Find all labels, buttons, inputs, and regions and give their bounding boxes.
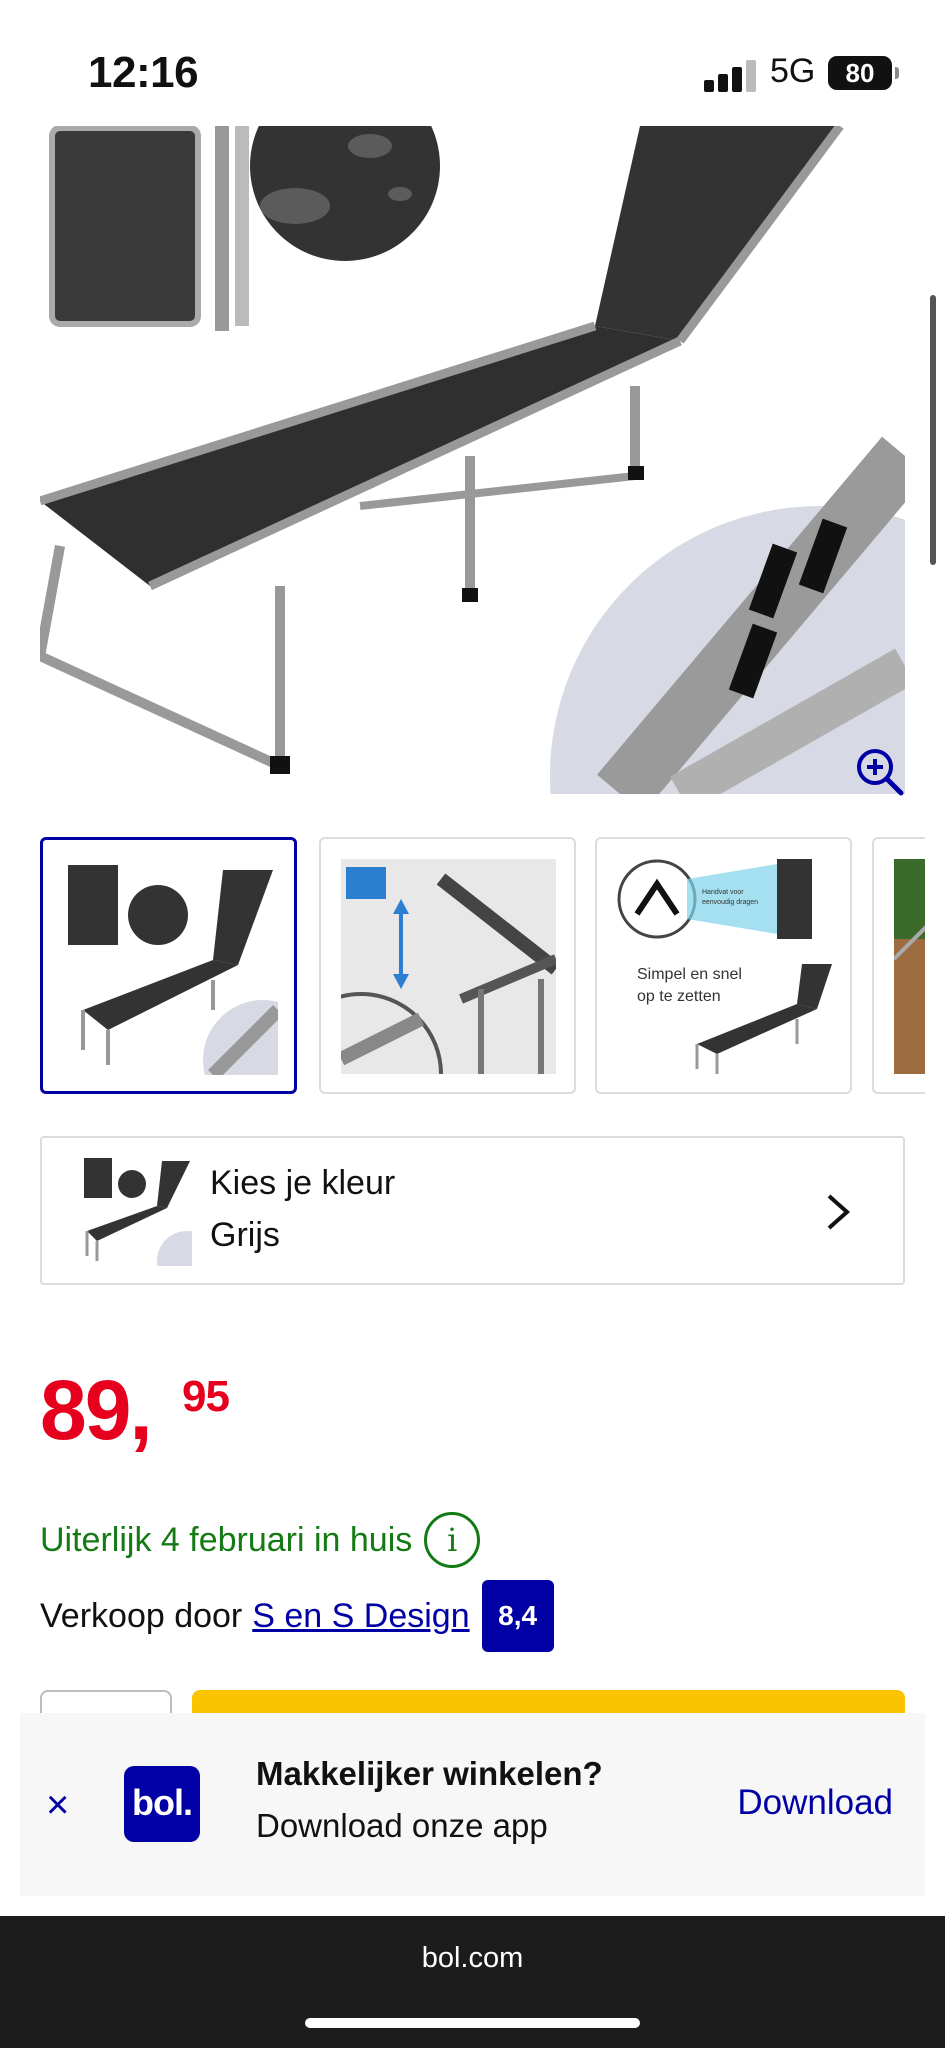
price-cents: 95 <box>182 1372 230 1421</box>
banner-subtitle: Download onze app <box>256 1807 548 1844</box>
status-time: 12:16 <box>88 48 199 97</box>
delivery-text: Uiterlijk 4 februari in huis <box>40 1520 413 1559</box>
scrollbar[interactable] <box>930 295 936 565</box>
status-bar: 12:16 5G 80 <box>0 0 945 126</box>
thumbnail-3[interactable]: Handvat voor eenvoudig dragen Simpel en … <box>595 837 852 1094</box>
seller-score-badge: 8,4 <box>481 1580 554 1652</box>
seller-link[interactable]: S en S Design <box>252 1597 469 1636</box>
thumbnail-2[interactable] <box>319 837 576 1094</box>
delivery-info: Uiterlijk 4 februari in huis i <box>40 1512 481 1568</box>
thumbnail-4[interactable] <box>872 837 925 1094</box>
zoom-in-icon[interactable] <box>853 745 905 797</box>
thumbnail-1[interactable] <box>40 837 297 1094</box>
network-type: 5G <box>770 52 816 90</box>
thumb3-label-line2: op te zetten <box>637 988 721 1005</box>
folded-lounger-illustration <box>49 126 249 331</box>
download-app-link[interactable]: Download <box>737 1783 893 1823</box>
browser-url-bar[interactable]: bol.com <box>0 1916 945 2048</box>
price: 89, 95 <box>40 1362 230 1459</box>
seller-info: Verkoop door S en S Design 8,4 <box>40 1580 554 1652</box>
app-download-banner: × bol. Makkelijker winkelen? Download on… <box>20 1713 925 1896</box>
thumb3-callout: Handvat voor <box>702 889 744 896</box>
battery-level: 80 <box>845 58 875 88</box>
banner-title: Makkelijker winkelen? <box>256 1755 603 1792</box>
color-value: Grijs <box>210 1216 280 1254</box>
color-label: Kies je kleur <box>210 1164 396 1202</box>
thumb3-label-line1: Simpel en snel <box>637 966 742 983</box>
color-selector[interactable]: Kies je kleur Grijs <box>40 1136 905 1285</box>
svg-text:eenvoudig dragen: eenvoudig dragen <box>702 899 758 906</box>
thumbnail-strip[interactable]: Handvat voor eenvoudig dragen Simpel en … <box>40 837 925 1094</box>
bol-logo: bol. <box>124 1766 200 1842</box>
url-text[interactable]: bol.com <box>0 1942 945 1975</box>
chevron-right-icon <box>827 1194 851 1230</box>
price-whole: 89, <box>40 1363 153 1457</box>
seller-prefix: Verkoop door <box>40 1596 243 1635</box>
info-icon[interactable]: i <box>424 1512 481 1568</box>
close-icon[interactable]: × <box>46 1783 69 1828</box>
battery-icon: 80 <box>828 56 899 90</box>
product-main-image[interactable] <box>40 126 905 794</box>
signal-icon <box>704 60 756 92</box>
color-thumbnail <box>84 1158 192 1266</box>
home-indicator[interactable] <box>305 2018 640 2028</box>
